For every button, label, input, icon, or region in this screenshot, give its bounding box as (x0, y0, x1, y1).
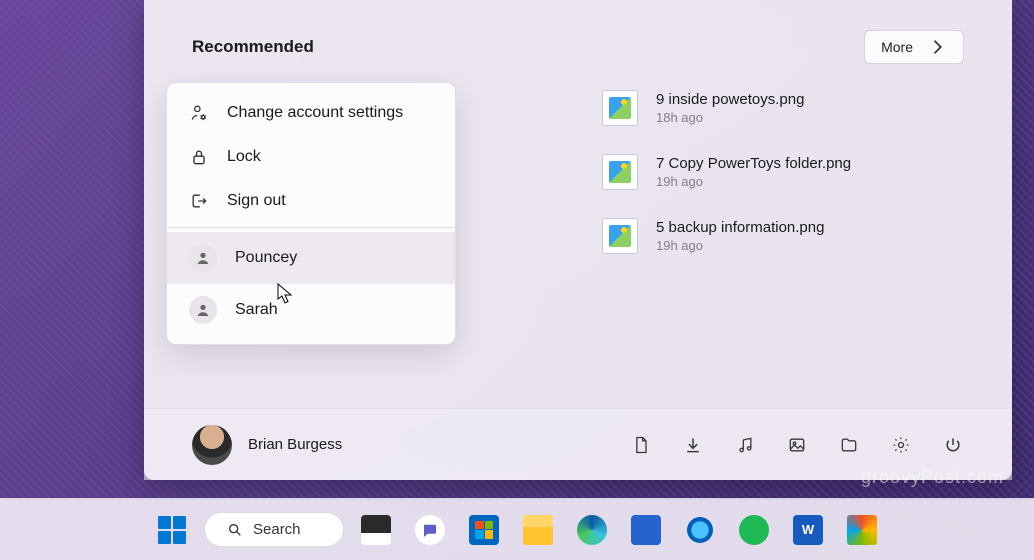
search-icon (227, 522, 243, 538)
file-time: 19h ago (656, 238, 824, 253)
watermark: groovyPost.com (861, 467, 1004, 488)
file-time: 19h ago (656, 174, 851, 189)
user-avatar-icon (189, 296, 217, 324)
menu-sign-out[interactable]: Sign out (167, 179, 455, 223)
word-button[interactable]: W (786, 508, 830, 552)
settings-icon[interactable] (890, 434, 912, 456)
power-icon[interactable] (942, 434, 964, 456)
store-icon (469, 515, 499, 545)
chat-button[interactable] (408, 508, 452, 552)
taskbar: Search W (0, 498, 1034, 560)
start-menu-panel: Recommended More Change account settings… (144, 0, 1012, 480)
music-icon[interactable] (734, 434, 756, 456)
current-user-button[interactable]: Brian Burgess (192, 425, 342, 465)
account-context-menu: Change account settings Lock Sign out Po (166, 82, 456, 345)
spotify-button[interactable] (732, 508, 776, 552)
taskbar-search[interactable]: Search (204, 512, 344, 547)
recommended-heading: Recommended (192, 37, 314, 57)
image-file-icon (602, 218, 638, 254)
menu-lock[interactable]: Lock (167, 135, 455, 179)
menu-change-account-settings[interactable]: Change account settings (167, 91, 455, 135)
switch-user-sarah[interactable]: Sarah (167, 284, 455, 336)
downloads-icon[interactable] (682, 434, 704, 456)
switch-user-label: Pouncey (235, 249, 297, 267)
settings-app-button[interactable] (678, 508, 722, 552)
menu-item-label: Lock (227, 148, 261, 166)
image-file-icon (602, 154, 638, 190)
edge-button[interactable] (570, 508, 614, 552)
user-display-name: Brian Burgess (248, 436, 342, 453)
windows-logo-icon (158, 516, 186, 544)
spotify-icon (739, 515, 769, 545)
cursor-icon (277, 283, 295, 310)
edge-icon (577, 515, 607, 545)
user-avatar (192, 425, 232, 465)
menu-item-label: Sign out (227, 192, 286, 210)
chevron-right-icon (927, 37, 947, 57)
switch-user-pouncey[interactable]: Pouncey (167, 232, 455, 284)
file-name: 9 inside powetoys.png (656, 91, 804, 108)
file-explorer-icon[interactable] (838, 434, 860, 456)
todo-button[interactable] (624, 508, 668, 552)
store-button[interactable] (462, 508, 506, 552)
task-view-button[interactable] (354, 508, 398, 552)
powertoys-icon (847, 515, 877, 545)
documents-icon[interactable] (630, 434, 652, 456)
recommended-file[interactable]: 5 backup information.png 19h ago (602, 218, 851, 254)
more-button[interactable]: More (864, 30, 964, 64)
pictures-icon[interactable] (786, 434, 808, 456)
file-name: 7 Copy PowerToys folder.png (656, 155, 851, 172)
menu-item-label: Change account settings (227, 104, 403, 122)
todo-icon (631, 515, 661, 545)
task-view-icon (361, 515, 391, 545)
recommended-file[interactable]: 9 inside powetoys.png 18h ago (602, 90, 851, 126)
powertoys-button[interactable] (840, 508, 884, 552)
gear-icon (685, 515, 715, 545)
recommended-file[interactable]: 7 Copy PowerToys folder.png 19h ago (602, 154, 851, 190)
image-file-icon (602, 90, 638, 126)
explorer-button[interactable] (516, 508, 560, 552)
menu-divider (167, 227, 455, 228)
chat-icon (415, 515, 445, 545)
user-avatar-icon (189, 244, 217, 272)
file-name: 5 backup information.png (656, 219, 824, 236)
word-icon: W (793, 515, 823, 545)
lock-icon (189, 147, 209, 167)
start-button[interactable] (150, 508, 194, 552)
folder-icon (523, 515, 553, 545)
switch-user-label: Sarah (235, 301, 278, 319)
more-button-label: More (881, 39, 913, 55)
user-gear-icon (189, 103, 209, 123)
file-time: 18h ago (656, 110, 804, 125)
recommended-files-list: 9 inside powetoys.png 18h ago 7 Copy Pow… (602, 84, 851, 254)
search-label: Search (253, 521, 301, 538)
signout-icon (189, 191, 209, 211)
